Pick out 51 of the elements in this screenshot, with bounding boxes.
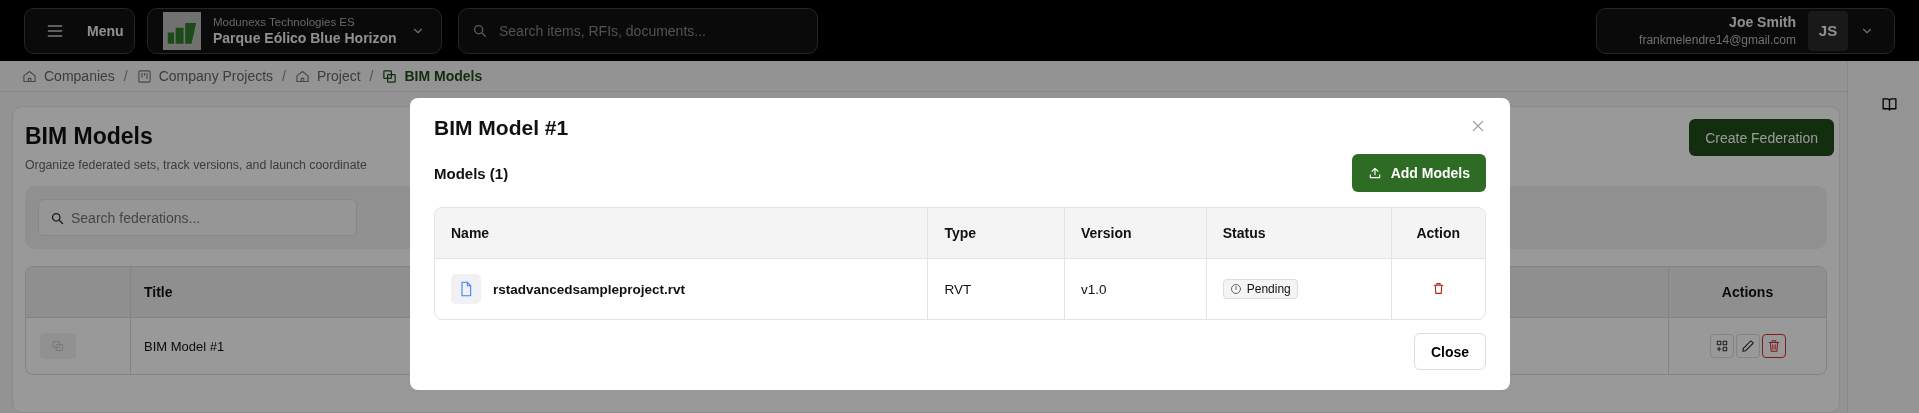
status-badge: Pending bbox=[1222, 279, 1298, 299]
home-icon bbox=[295, 68, 310, 84]
table-cell: RVT bbox=[927, 259, 1064, 319]
delete-button[interactable] bbox=[1761, 334, 1786, 358]
logo-icon bbox=[163, 11, 201, 50]
close-icon[interactable] bbox=[1470, 118, 1486, 134]
book-icon[interactable] bbox=[1881, 96, 1898, 113]
column-header: Name bbox=[435, 208, 928, 259]
breadcrumb-link[interactable]: Companies bbox=[22, 68, 115, 84]
table-cell: v1.0 bbox=[1063, 259, 1206, 319]
menu-button[interactable]: Menu bbox=[24, 7, 135, 54]
trash-icon bbox=[1766, 339, 1781, 353]
create-federation-button[interactable]: Create Federation bbox=[1689, 119, 1834, 156]
add-models-button[interactable]: Add Models bbox=[1351, 154, 1486, 192]
breadcrumb-link[interactable]: Company Projects bbox=[136, 68, 274, 84]
board-icon bbox=[136, 68, 152, 84]
column-header: Version bbox=[1063, 208, 1206, 259]
section-title: Models (1) bbox=[434, 164, 509, 182]
search-field[interactable]: Search items, RFIs, documents... bbox=[458, 7, 818, 54]
breadcrumb-separator: / bbox=[282, 68, 286, 84]
close-button[interactable]: Close bbox=[1413, 333, 1486, 370]
federate-button[interactable] bbox=[1709, 334, 1734, 358]
pencil-icon bbox=[1740, 339, 1755, 353]
project-name: Parque Eólico Blue Horizon bbox=[213, 29, 398, 46]
user-email: frankmelendre14@gmail.com bbox=[1639, 33, 1796, 47]
home-icon bbox=[22, 68, 37, 84]
user-name: Joe Smith bbox=[1729, 14, 1796, 30]
avatar: JS bbox=[1808, 10, 1848, 51]
column-header: Status bbox=[1205, 208, 1391, 259]
company-name: Modunexs Technologies ES bbox=[213, 15, 356, 28]
file-icon bbox=[458, 281, 474, 297]
layers-icon bbox=[382, 68, 398, 84]
breadcrumb-separator: / bbox=[123, 68, 128, 84]
page-title: BIM Models bbox=[25, 122, 154, 150]
column-header: Type bbox=[927, 208, 1064, 259]
breadcrumb-separator: / bbox=[369, 68, 374, 84]
project-selector[interactable]: Modunexs Technologies ES Parque Eólico Blue Horizon bbox=[147, 7, 442, 54]
breadcrumb-link[interactable]: Project bbox=[295, 68, 361, 84]
column-header: Actions bbox=[1668, 267, 1826, 318]
column-header: Action bbox=[1390, 208, 1485, 259]
federation-title: BIM Model #1 bbox=[144, 338, 225, 354]
modal-title: BIM Model #1 bbox=[434, 116, 569, 140]
trash-icon[interactable] bbox=[1431, 282, 1445, 295]
clock-icon bbox=[1229, 283, 1242, 295]
file-name: rstadvancedsampleproject.rvt bbox=[493, 281, 686, 297]
breadcrumb-link[interactable]: BIM Models bbox=[382, 68, 483, 84]
upload-icon bbox=[1367, 166, 1382, 180]
user-menu[interactable]: Joe Smith frankmelendre14@gmail.com JS bbox=[1596, 7, 1895, 54]
grid-plus-icon bbox=[1714, 339, 1729, 353]
edit-button[interactable] bbox=[1735, 334, 1760, 358]
page-subtitle: Organize federated sets, track versions, and launch coordinate bbox=[25, 158, 367, 172]
